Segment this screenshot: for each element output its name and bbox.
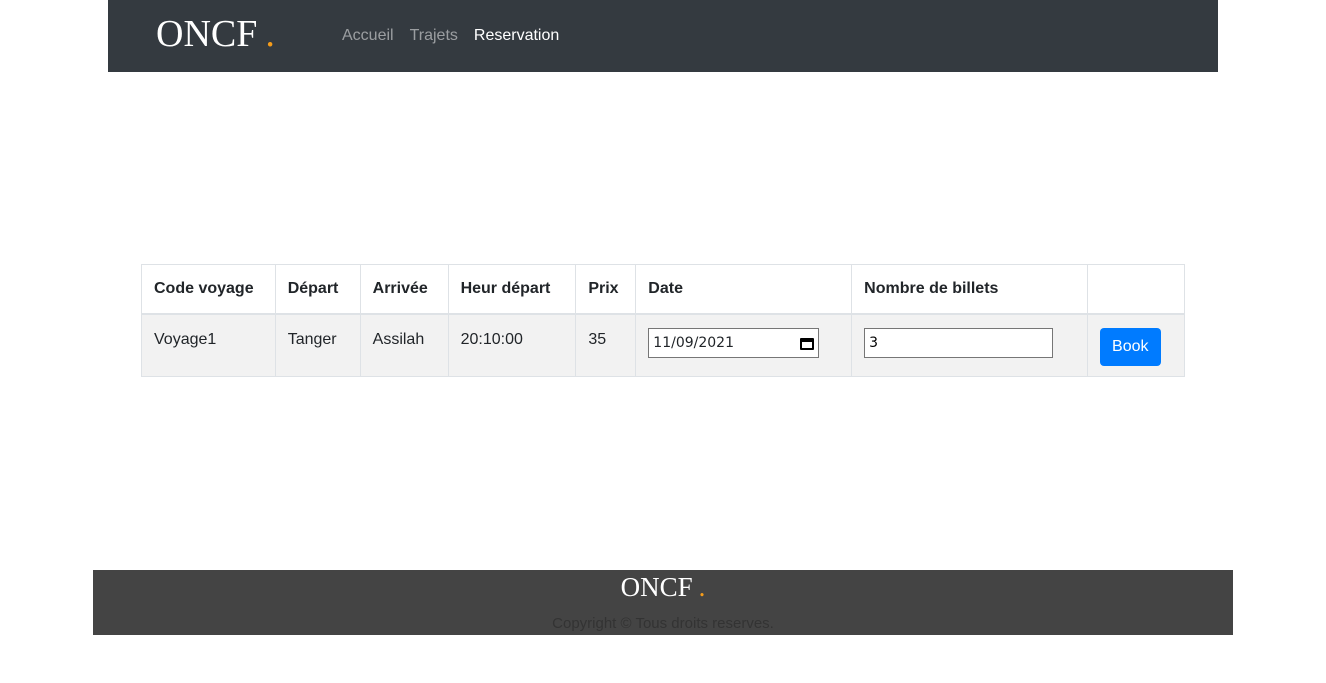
nav-trajets[interactable]: Trajets	[410, 25, 458, 47]
nav-reservation[interactable]: Reservation	[474, 25, 559, 47]
calendar-icon[interactable]	[800, 336, 815, 350]
header-prix: Prix	[575, 264, 637, 315]
book-button[interactable]: Book	[1100, 328, 1161, 366]
cell-action: Book	[1087, 313, 1185, 377]
cell-code-voyage: Voyage1	[141, 313, 276, 377]
header-depart: Départ	[274, 264, 361, 315]
cell-arrivee: Assilah	[359, 313, 449, 377]
cell-heure-depart: 20:10:00	[447, 313, 577, 377]
header-code-voyage: Code voyage	[141, 264, 276, 315]
header-arrivee: Arrivée	[359, 264, 449, 315]
ticket-count-input[interactable]	[864, 328, 1054, 358]
header-nombre-billets: Nombre de billets	[851, 264, 1089, 315]
footer-brand: ONCF.	[93, 572, 1233, 602]
brand-dot: .	[265, 13, 275, 55]
table-header-row: Code voyage Départ Arrivée Heur départ P…	[141, 264, 1185, 315]
reservation-table-container: Code voyage Départ Arrivée Heur départ P…	[141, 264, 1185, 377]
cell-prix: 35	[575, 313, 637, 377]
cell-nombre-billets	[851, 313, 1089, 377]
cell-depart: Tanger	[274, 313, 361, 377]
main-nav: Accueil Trajets Reservation	[342, 25, 559, 47]
header-action	[1087, 264, 1185, 315]
page-footer: ONCF. Copyright © Tous droits reserves.	[93, 570, 1233, 635]
header-date: Date	[635, 264, 853, 315]
table-row: Voyage1 Tanger Assilah 20:10:00 35 11/09…	[141, 313, 1185, 377]
header-heure-depart: Heur départ	[447, 264, 577, 315]
top-navbar: ONCF. Accueil Trajets Reservation	[108, 0, 1218, 72]
date-value: 11/09/2021	[653, 335, 734, 351]
date-input[interactable]: 11/09/2021	[648, 328, 820, 358]
cell-date: 11/09/2021	[635, 313, 853, 377]
nav-accueil[interactable]: Accueil	[342, 25, 394, 47]
footer-brand-dot: .	[698, 572, 706, 602]
brand-logo[interactable]: ONCF.	[156, 12, 275, 56]
copyright-text: Copyright © Tous droits reserves.	[552, 615, 774, 632]
brand-text: ONCF	[156, 13, 258, 55]
footer-brand-text: ONCF	[620, 572, 693, 602]
reservation-table: Code voyage Départ Arrivée Heur départ P…	[141, 264, 1185, 377]
